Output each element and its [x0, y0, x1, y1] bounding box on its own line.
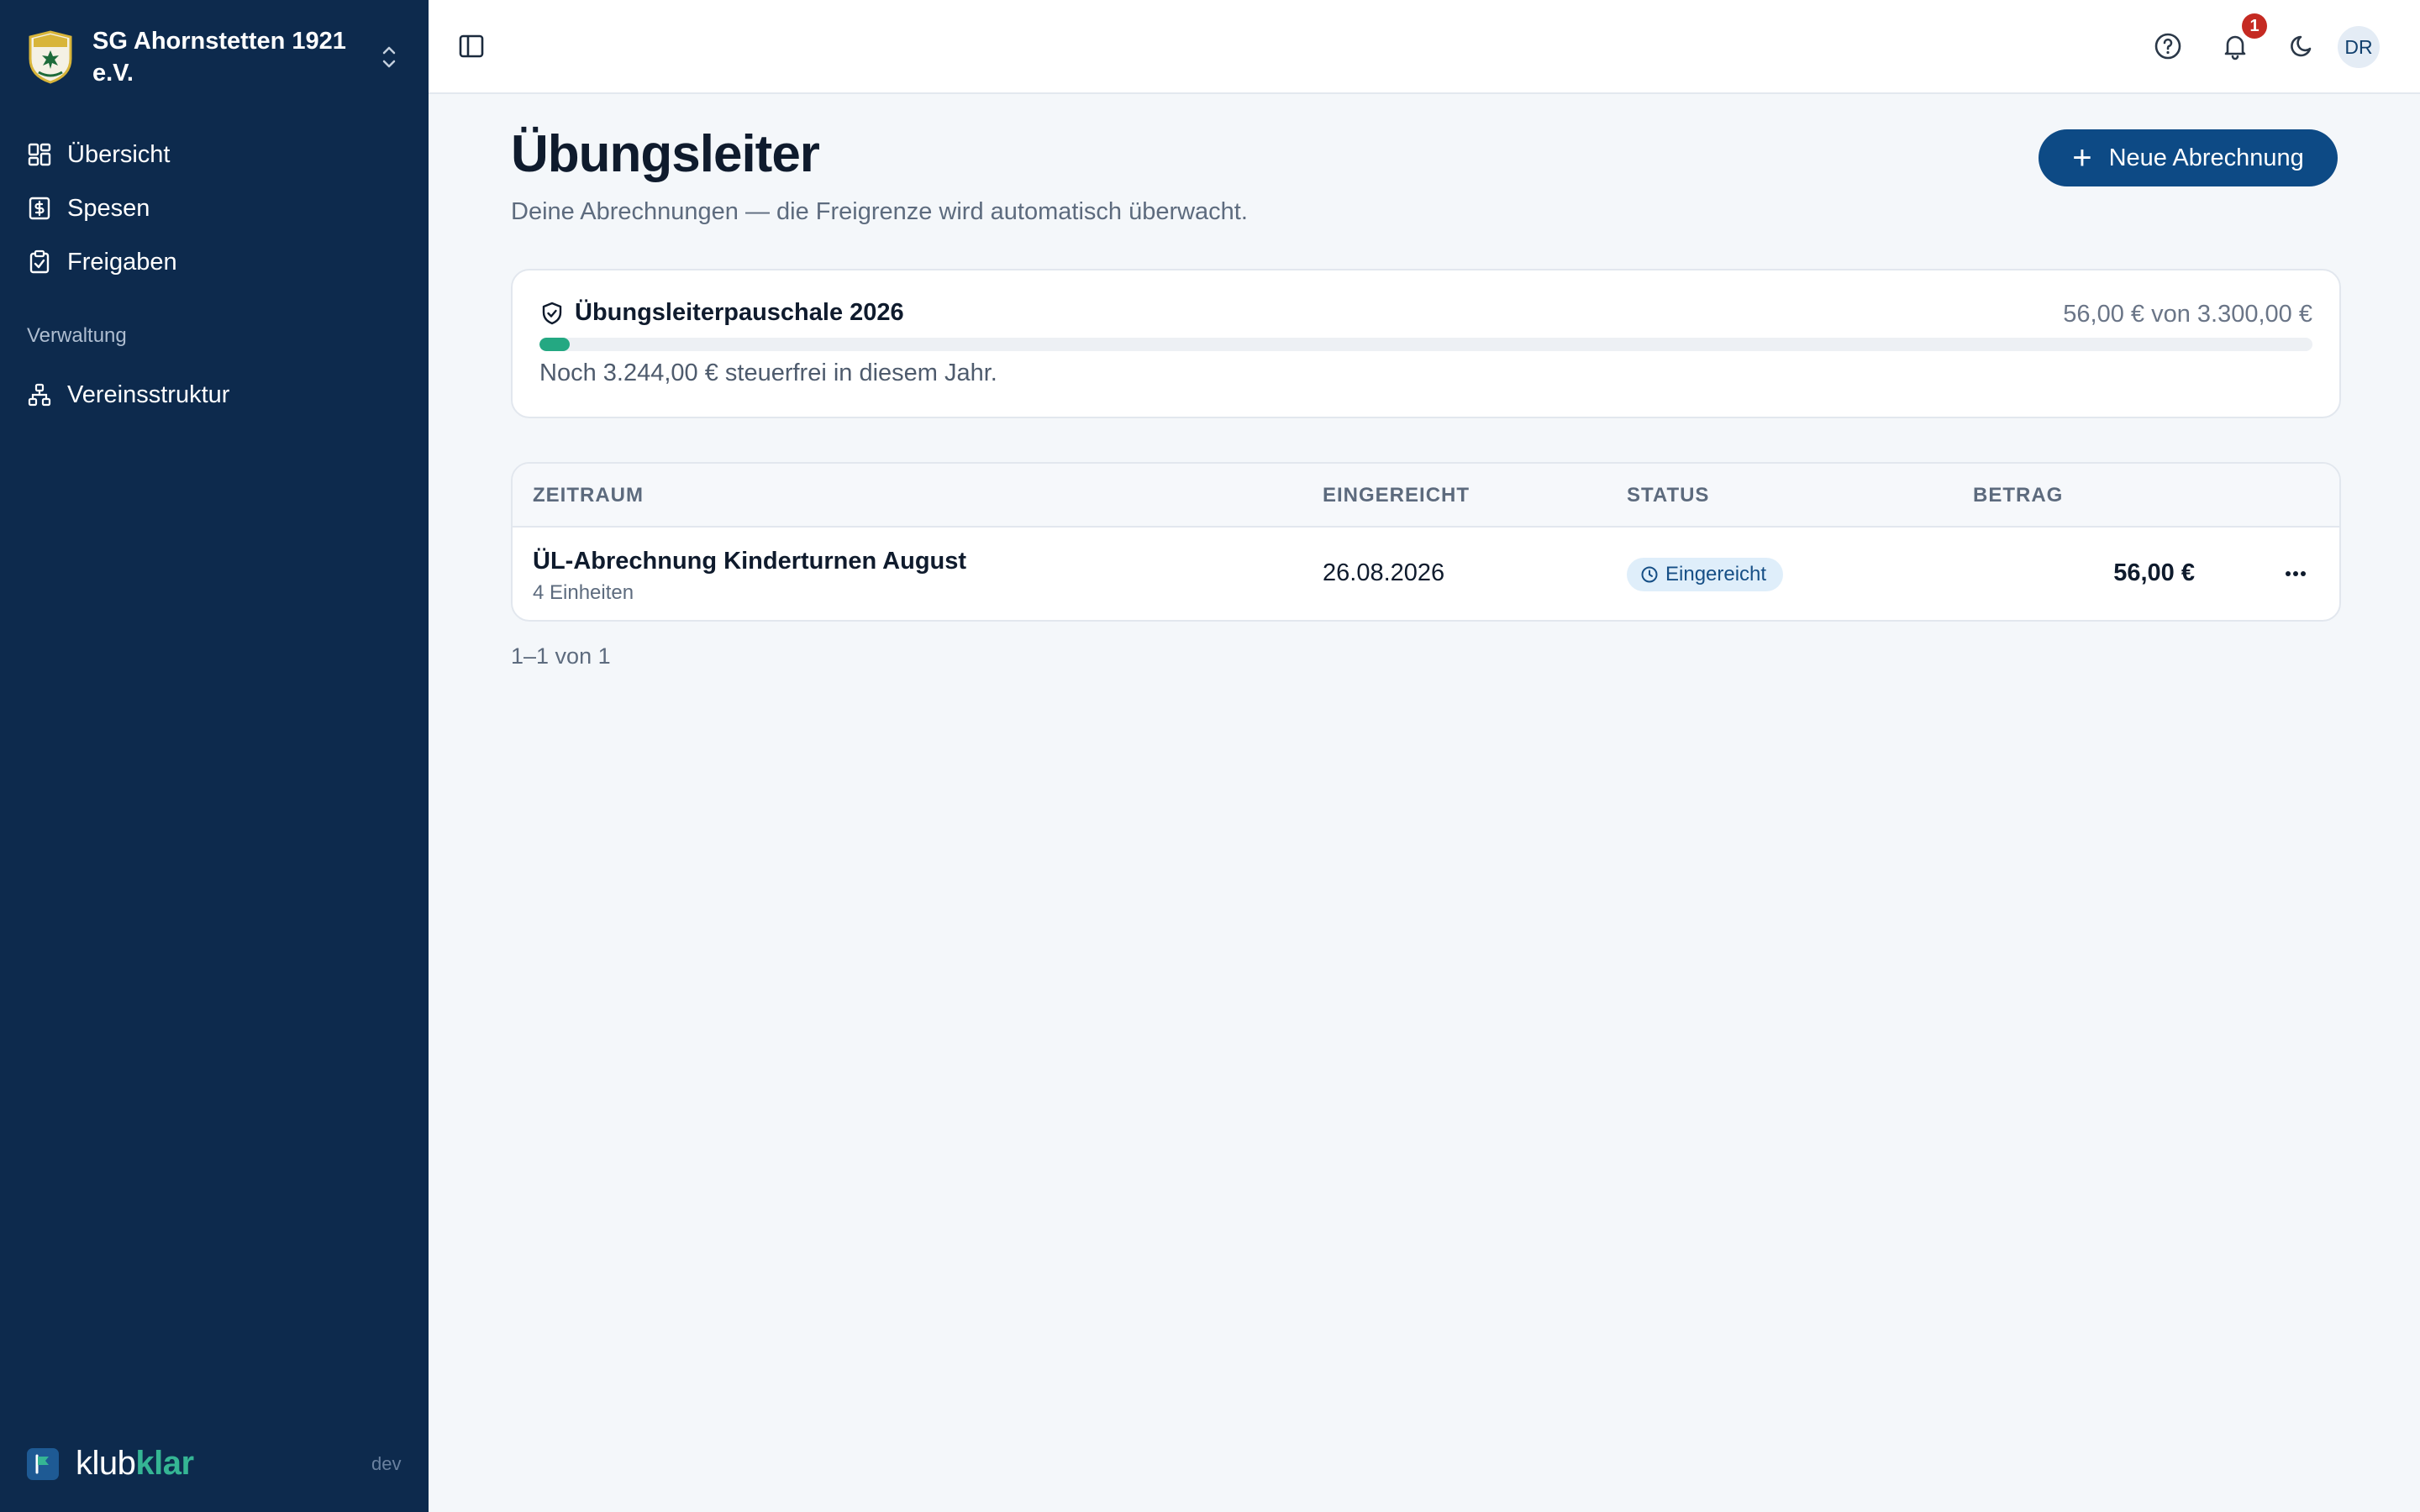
page-subtitle: Deine Abrechnungen — die Freigrenze wird…: [511, 198, 1248, 225]
table-header: ZEITRAUM EINGEREICHT STATUS BETRAG: [513, 464, 2339, 528]
top-bar: [429, 0, 2420, 94]
brand-wordmark-part1: klub: [76, 1445, 136, 1482]
nav-item-label: Freigaben: [67, 248, 177, 276]
allowance-remaining-note: Noch 3.244,00 € steuerfrei in diesem Jah…: [539, 360, 997, 386]
row-submitted-date: 26.08.2026: [1323, 559, 1445, 586]
nav-item-label: Übersicht: [67, 140, 171, 168]
nav-item-label: Vereinsstruktur: [67, 381, 230, 408]
nav-item-freigaben[interactable]: Freigaben: [27, 235, 402, 289]
receipt-icon: [29, 197, 50, 220]
nav-item-label: Spesen: [67, 194, 150, 222]
new-statement-button[interactable]: + Neue Abrechnung: [2039, 129, 2338, 186]
allowance-card: Übungsleiterpauschale 2026 56,00 € von 3…: [511, 269, 2341, 418]
column-header-betrag[interactable]: BETRAG: [1973, 484, 2063, 507]
page-title: Übungsleiter: [511, 125, 820, 183]
brand-wordmark: klubklar: [76, 1445, 194, 1483]
sidebar-toggle-icon[interactable]: [455, 30, 487, 62]
clipboard-check-icon: [29, 249, 50, 274]
sidebar: SG Ahornstetten 1921 e.V. Übersicht Spes…: [0, 0, 429, 1512]
new-statement-label: Neue Abrechnung: [2108, 144, 2304, 171]
allowance-progress-bar: [539, 338, 2312, 351]
plus-icon: +: [2072, 139, 2092, 176]
org-structure-icon: [28, 383, 51, 407]
chevron-up-down-icon: [382, 46, 396, 68]
admin-nav: Vereinsstruktur: [27, 368, 402, 422]
brand-logo: klubklar: [27, 1445, 194, 1483]
flag-icon: [27, 1447, 59, 1480]
column-header-status[interactable]: STATUS: [1627, 484, 1709, 507]
brand-wordmark-part2: klar: [135, 1445, 194, 1482]
clock-icon: [1641, 566, 1658, 583]
section-label-verwaltung: Verwaltung: [27, 324, 127, 347]
column-header-eingereicht[interactable]: EINGEREICHT: [1323, 484, 1470, 507]
moon-icon[interactable]: [2286, 30, 2318, 62]
status-badge: Eingereicht: [1627, 558, 1784, 591]
dashboard-icon: [28, 143, 51, 166]
club-crest-icon: [29, 30, 72, 84]
table-row[interactable]: ÜL-Abrechnung Kinderturnen August 4 Einh…: [513, 528, 2339, 620]
nav-item-spesen[interactable]: Spesen: [27, 181, 402, 235]
pagination-info: 1–1 von 1: [511, 643, 611, 669]
row-units: 4 Einheiten: [533, 581, 634, 604]
club-name: SG Ahornstetten 1921 e.V.: [92, 28, 346, 87]
allowance-amount: 56,00 € von 3.300,00 €: [2063, 301, 2312, 328]
shield-check-icon: [542, 302, 562, 324]
nav-item-vereinsstruktur[interactable]: Vereinsstruktur: [27, 368, 402, 422]
row-amount: 56,00 €: [2113, 559, 2195, 586]
allowance-title: Übungsleiterpauschale 2026: [539, 299, 904, 327]
notification-badge: 1: [2242, 13, 2267, 39]
nav-item-uebersicht[interactable]: Übersicht: [27, 128, 402, 181]
statements-table: ZEITRAUM EINGEREICHT STATUS BETRAG ÜL-Ab…: [511, 462, 2341, 622]
environment-label: dev: [371, 1453, 402, 1474]
status-label: Eingereicht: [1665, 563, 1767, 585]
row-title[interactable]: ÜL-Abrechnung Kinderturnen August: [533, 548, 966, 575]
main-nav: Übersicht Spesen Freigaben: [27, 128, 402, 289]
avatar[interactable]: DR: [2338, 26, 2380, 68]
allowance-progress-fill: [539, 338, 570, 351]
more-actions-icon[interactable]: [2277, 559, 2314, 588]
allowance-title-text: Übungsleiterpauschale 2026: [575, 299, 904, 326]
help-icon[interactable]: [2152, 30, 2184, 62]
club-switcher[interactable]: SG Ahornstetten 1921 e.V.: [27, 24, 402, 91]
column-header-zeitraum[interactable]: ZEITRAUM: [533, 484, 644, 507]
